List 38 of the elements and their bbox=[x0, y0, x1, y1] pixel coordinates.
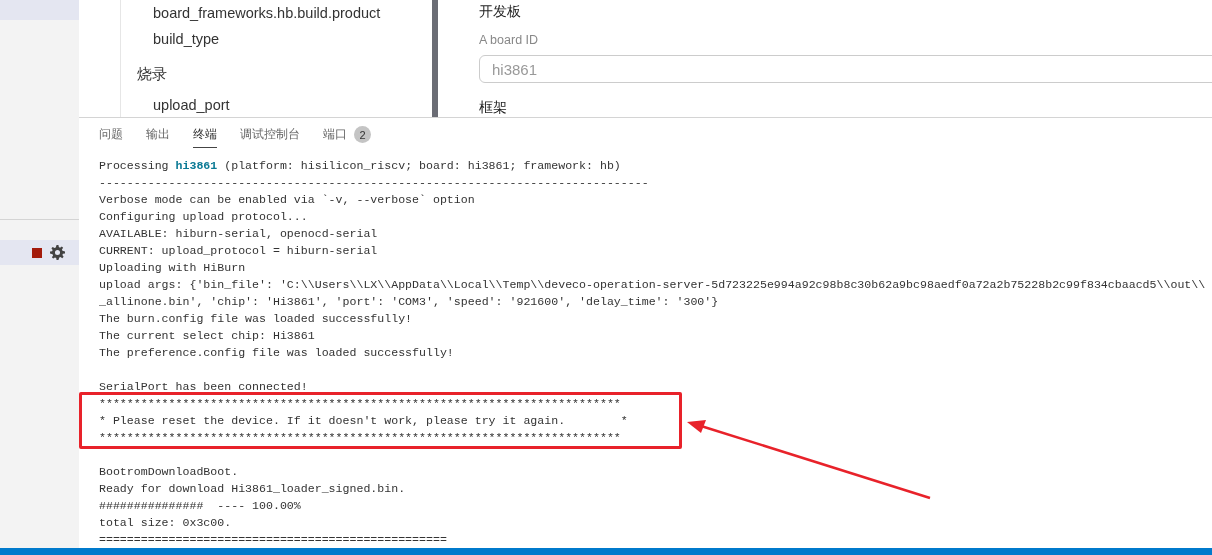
terminal-line: *************************************************************************** bbox=[99, 396, 622, 412]
tree-group[interactable]: 烧录 bbox=[120, 52, 432, 90]
terminal-line: The current select chip: Hi3861 bbox=[99, 328, 316, 344]
terminal-line: SerialPort has been connected! bbox=[99, 379, 309, 395]
panel-tab[interactable]: 输出 bbox=[146, 122, 170, 148]
terminal-line: Ready for download Hi3861_loader_signed.bin. bbox=[99, 481, 407, 497]
panel-tab[interactable]: 调试控制台 bbox=[240, 122, 300, 148]
terminal-line: The preference.config file was loaded successfully! bbox=[99, 345, 455, 361]
section-title: 框架 bbox=[479, 99, 508, 117]
terminal-line: BootromDownloadBoot. bbox=[99, 464, 240, 480]
count-badge: 2 bbox=[354, 126, 371, 143]
panel-tab[interactable]: 端口 2 bbox=[323, 122, 371, 148]
terminal-line: ############### ---- 100.00% bbox=[99, 498, 302, 514]
terminal-line: ------------------------------------------------------------------------------- bbox=[99, 175, 650, 191]
tree-item[interactable]: board_frameworks.hb.build.product bbox=[120, 0, 432, 26]
tree-item[interactable]: build_type bbox=[120, 26, 432, 52]
terminal-line: Configuring upload protocol... bbox=[99, 209, 309, 225]
settings-icon[interactable] bbox=[50, 245, 65, 260]
board-id-field[interactable]: hi3861 bbox=[479, 55, 1212, 83]
terminal-line: * Please reset the device. If it doesn't work, please try it again. * bbox=[99, 413, 629, 429]
terminal-line: Uploading with HiBurn bbox=[99, 260, 247, 276]
stop-icon[interactable] bbox=[32, 247, 42, 258]
section-title: 开发板 bbox=[479, 3, 522, 21]
terminal-line: AVAILABLE: hiburn-serial, openocd-serial bbox=[99, 226, 379, 242]
terminal-line: CURRENT: upload_protocol = hiburn-serial bbox=[99, 243, 379, 259]
terminal-line: upload args: {'bin_file': 'C:\\Users\\LX\\AppData\\Local\\Temp\\deveco-operation-server-5d723225e994a92c98b8c30b62a9bc98aedf0a72a2b75228b2c99f834cbaacd5\\out\\ bbox=[99, 277, 1207, 293]
terminal-line: The burn.config file was loaded successfully! bbox=[99, 311, 414, 327]
field-label: A board ID bbox=[479, 33, 540, 47]
tree-item[interactable]: upload_port bbox=[120, 92, 432, 117]
terminal-line: Verbose mode can be enabled via `-v, --verbose` option bbox=[99, 192, 476, 208]
terminal-line: *************************************************************************** bbox=[99, 430, 622, 446]
panel-tab[interactable]: 问题 bbox=[99, 122, 123, 148]
sidebar-row[interactable] bbox=[0, 240, 79, 265]
panel-tab[interactable]: 终端 bbox=[193, 122, 217, 148]
terminal-line: total size: 0x3c00. bbox=[99, 515, 233, 531]
terminal-line: Processing hi3861 (platform: hisilicon_riscv; board: hi3861; framework: hb) bbox=[99, 158, 622, 174]
terminal-line: _allinone.bin', 'chip': 'Hi3861', 'port': 'COM3', 'speed': '921600', 'delay_time': '300'} bbox=[99, 294, 720, 310]
terminal-line: ================================================== bbox=[99, 532, 448, 548]
